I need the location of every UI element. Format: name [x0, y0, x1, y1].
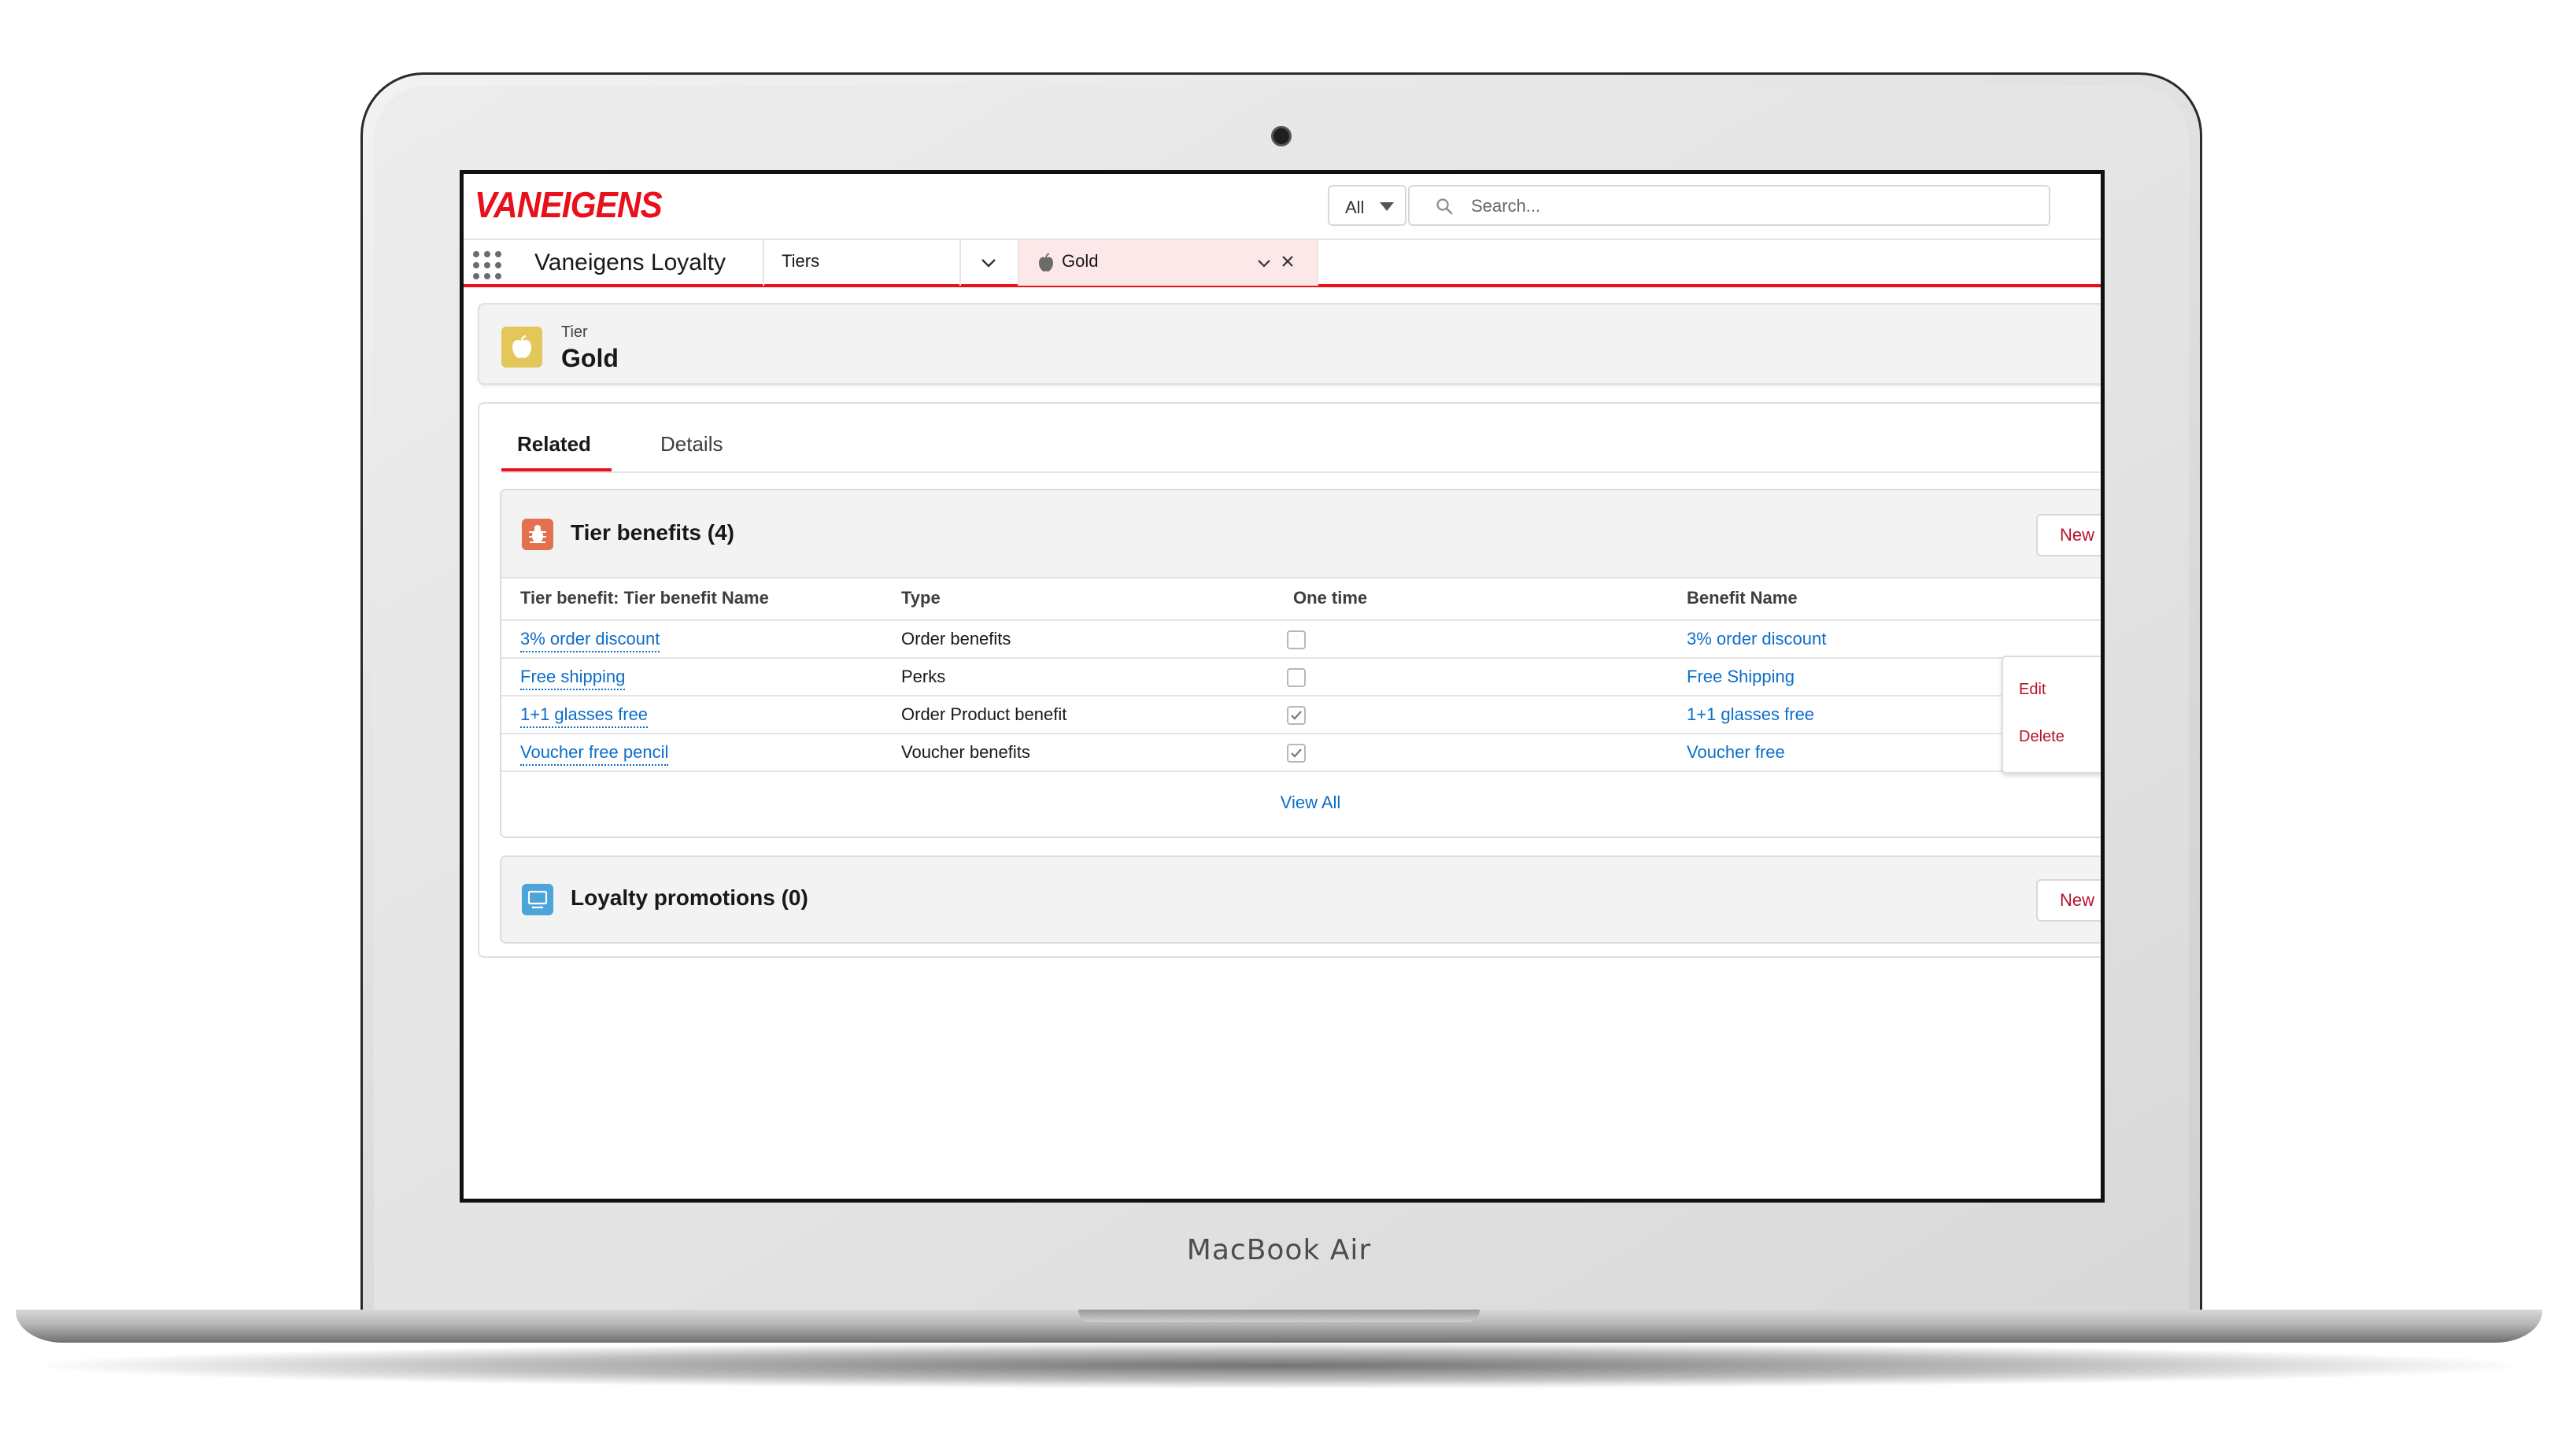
benefit-name-link[interactable]: 3% order discount	[1687, 629, 1826, 649]
one-time-checkbox	[1287, 668, 1306, 687]
screen: VANEIGENS All Vaneigens Loyalty Tiers	[460, 170, 2105, 1203]
one-time-checkbox	[1287, 630, 1306, 649]
app-nav-bar: Vaneigens Loyalty Tiers Gold	[464, 238, 2101, 287]
related-list-title: Tier benefits (4)	[571, 520, 734, 545]
search-scope-select[interactable]: All	[1328, 185, 1407, 226]
column-header-one-time[interactable]: One time	[1293, 588, 1367, 608]
one-time-checkbox-checked	[1287, 744, 1306, 763]
tier-benefit-name-link[interactable]: 3% order discount	[520, 629, 660, 652]
monitor-icon-glyph	[527, 890, 548, 909]
record-highlights: Tier Gold	[478, 303, 2101, 385]
check-icon	[1291, 748, 1302, 758]
laptop-shadow	[47, 1343, 2511, 1388]
tier-benefit-type: Order benefits	[901, 629, 1011, 649]
search-icon	[1436, 198, 1453, 215]
app-launcher-icon[interactable]	[473, 251, 501, 279]
related-list-title: Loyalty promotions (0)	[571, 885, 808, 910]
nav-divider	[1317, 240, 1318, 286]
tier-benefit-name-link[interactable]: Voucher free pencil	[520, 742, 669, 766]
record-title: Gold	[561, 344, 619, 372]
record-page: Tier Gold Related Details Tier benefits …	[464, 287, 2101, 1199]
global-header: VANEIGENS All	[464, 174, 2101, 238]
search-input[interactable]	[1469, 191, 2024, 221]
column-header-type[interactable]: Type	[901, 588, 941, 608]
related-list-loyalty-promotions: Loyalty promotions (0) New	[500, 855, 2101, 944]
close-icon[interactable]	[1279, 253, 1296, 270]
nav-divider	[763, 240, 764, 286]
new-tier-benefit-button[interactable]: New	[2036, 514, 2101, 556]
search-scope-value: All	[1345, 198, 1365, 217]
workspace-tab-gold[interactable]: Gold	[1019, 240, 1317, 286]
benefit-name-link[interactable]: Free Shipping	[1687, 667, 1795, 687]
tier-benefit-name-link[interactable]: Free shipping	[520, 667, 626, 690]
check-icon	[1291, 711, 1302, 720]
device-label: MacBook Air	[1186, 1234, 1372, 1266]
camera-dot	[1271, 126, 1292, 146]
view-all-link[interactable]: View All	[501, 793, 2101, 813]
caret-down-icon	[1380, 202, 1394, 211]
bug-icon-glyph	[529, 525, 546, 543]
apple-icon	[1039, 253, 1053, 272]
tab-related[interactable]: Related	[517, 432, 591, 456]
record-icon	[501, 327, 542, 368]
chevron-down-icon[interactable]	[1255, 254, 1273, 272]
benefit-name-link[interactable]: Voucher free	[1687, 742, 1785, 763]
record-tabs-card: Related Details Tier benefits (4) New Ti…	[478, 402, 2105, 958]
table-row: 3% order discount Order benefits 3% orde…	[501, 619, 2105, 659]
table-row: 1+1 glasses free Order Product benefit 1…	[501, 695, 2101, 734]
new-loyalty-promotion-button[interactable]: New	[2036, 879, 2101, 922]
nav-item-tiers[interactable]: Tiers	[782, 251, 819, 272]
tabs-divider	[501, 471, 2101, 473]
table-row: Free shipping Perks Free Shipping	[501, 657, 2101, 697]
brand-logo: VANEIGENS	[475, 184, 663, 225]
benefit-name-link[interactable]: 1+1 glasses free	[1687, 704, 1814, 725]
nav-divider	[959, 240, 961, 286]
menu-item-delete[interactable]: Delete	[2019, 728, 2065, 746]
apple-icon	[512, 334, 531, 358]
app-name: Vaneigens Loyalty	[534, 249, 726, 275]
related-list-tier-benefits: Tier benefits (4) New Tier benefit: Tier…	[500, 489, 2105, 838]
record-type-label: Tier	[561, 323, 588, 341]
workspace-tab-label: Gold	[1062, 251, 1099, 271]
column-header-benefit-name[interactable]: Benefit Name	[1687, 588, 1798, 608]
tier-benefit-name-link[interactable]: 1+1 glasses free	[520, 704, 649, 728]
table-row: Voucher free pencil Voucher benefits Vou…	[501, 733, 2101, 772]
monitor-icon	[522, 884, 553, 915]
row-actions-dropdown: Edit Delete	[2002, 656, 2101, 774]
tab-details[interactable]: Details	[660, 432, 723, 456]
table-bottom-rule	[501, 770, 2101, 774]
global-search[interactable]	[1408, 185, 2050, 226]
chevron-down-icon[interactable]	[978, 253, 999, 273]
related-list-header: Tier benefits (4) New	[501, 490, 2101, 578]
row-actions-menu-button[interactable]	[2104, 627, 2105, 649]
tier-benefit-type: Voucher benefits	[901, 742, 1030, 762]
bug-icon	[522, 519, 553, 550]
tier-benefit-type: Perks	[901, 667, 946, 686]
laptop-base-notch	[1078, 1310, 1480, 1322]
one-time-checkbox-checked	[1287, 706, 1306, 725]
column-header-name[interactable]: Tier benefit: Tier benefit Name	[520, 588, 769, 608]
tier-benefit-type: Order Product benefit	[901, 704, 1067, 724]
menu-item-edit[interactable]: Edit	[2019, 681, 2046, 699]
